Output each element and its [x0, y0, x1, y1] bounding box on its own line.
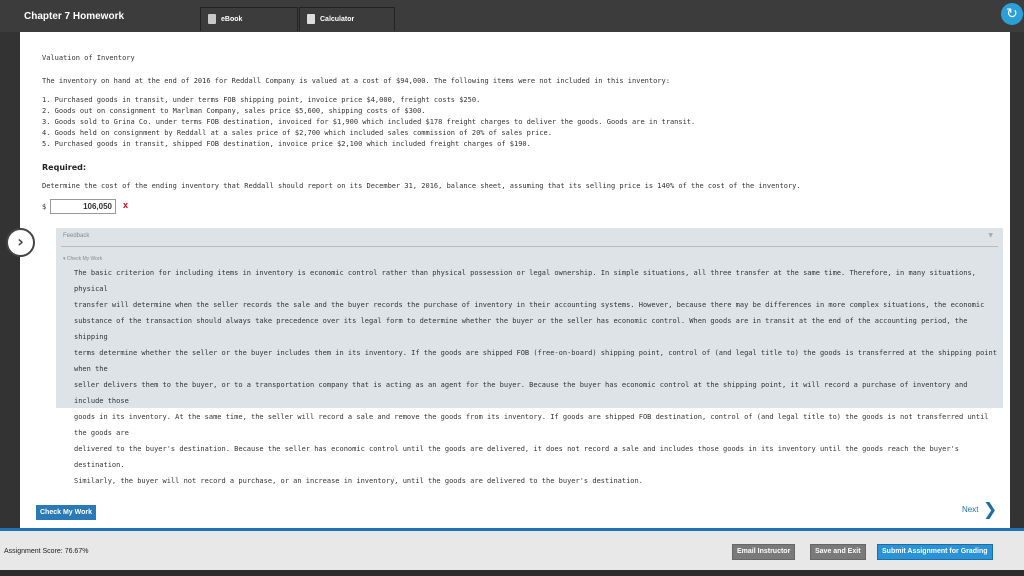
feedback-body: The basic criterion for including items …	[74, 265, 999, 489]
calculator-icon	[307, 14, 315, 24]
assignment-score: Assignment Score: 76.67%	[4, 548, 89, 555]
question-panel: Valuation of Inventory The inventory on …	[20, 32, 1010, 528]
feedback-panel: Feedback ▼ ▾ Check My Work The basic cri…	[56, 228, 1003, 485]
question-title: Valuation of Inventory	[42, 54, 135, 62]
email-instructor-button[interactable]: Email Instructor	[732, 544, 796, 560]
feedback-line: delivered to the buyer's destination. Be…	[74, 445, 960, 469]
incorrect-icon: x	[123, 200, 129, 210]
expand-nav-button[interactable]: ›	[6, 228, 35, 257]
divider	[61, 246, 998, 247]
feedback-line: terms determine whether the seller or th…	[74, 349, 997, 373]
feedback-line: transfer will determine when the seller …	[74, 301, 985, 309]
feedback-line: goods in its inventory. At the same time…	[74, 413, 989, 437]
check-my-work-button[interactable]: Check My Work	[36, 505, 96, 520]
list-item: 2. Goods out on consignment to Marlman C…	[42, 107, 426, 115]
assignment-title: Chapter 7 Homework	[24, 11, 125, 22]
list-item: 1. Purchased goods in transit, under ter…	[42, 96, 481, 104]
tab-ebook[interactable]: eBook	[200, 7, 298, 31]
feedback-line: The basic criterion for including items …	[74, 269, 976, 293]
submit-assignment-button[interactable]: Submit Assignment for Grading	[877, 544, 993, 560]
save-and-exit-button[interactable]: Save and Exit	[810, 544, 866, 560]
question-intro: The inventory on hand at the end of 2016…	[42, 77, 670, 85]
refresh-icon[interactable]: ↻	[1001, 3, 1023, 25]
left-margin	[0, 32, 20, 528]
feedback-line: Similarly, the buyer will not record a p…	[74, 477, 643, 485]
bottom-edge	[0, 570, 1024, 576]
tab-ebook-label: eBook	[221, 16, 243, 23]
list-item: 3. Goods sold to Grina Co. under terms F…	[42, 118, 696, 126]
top-bar: Chapter 7 Homework eBook Calculator ↻	[0, 0, 1024, 32]
tab-calculator-label: Calculator	[320, 16, 355, 23]
question-prompt: Determine the cost of the ending invento…	[42, 182, 801, 190]
tab-calculator[interactable]: Calculator	[299, 7, 395, 31]
book-icon	[208, 14, 216, 24]
feedback-heading: Feedback	[63, 233, 90, 239]
collapse-icon[interactable]: ▼	[988, 232, 993, 239]
list-item: 5. Purchased goods in transit, shipped F…	[42, 140, 531, 148]
next-button[interactable]: Next ❯	[962, 500, 997, 520]
right-margin	[1010, 32, 1024, 528]
chevron-right-icon: ❯	[983, 500, 998, 520]
feedback-line: substance of the transaction should alwa…	[74, 317, 968, 341]
answer-input[interactable]	[50, 199, 116, 214]
currency-symbol: $	[42, 203, 47, 211]
check-my-work-toggle[interactable]: ▾ Check My Work	[63, 256, 102, 262]
feedback-line: seller delivers them to the buyer, or to…	[74, 381, 968, 405]
required-heading: Required:	[42, 163, 87, 172]
next-label: Next	[962, 505, 979, 514]
list-item: 4. Goods held on consignment by Reddall …	[42, 129, 552, 137]
